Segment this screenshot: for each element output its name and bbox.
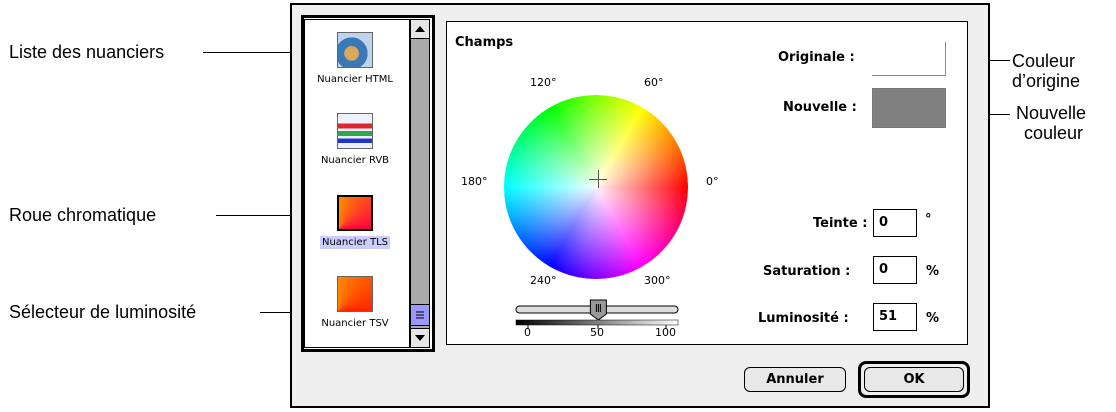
picker-item-hsv[interactable]: Nuancier TSV [305,276,405,336]
color-wheel[interactable] [504,95,688,279]
hue-field[interactable]: 0 [873,209,917,237]
hue-label: Teinte : [813,216,868,231]
angle-label-180: 180° [461,175,488,188]
scroll-down-button[interactable] [411,328,429,347]
slider-tick-50: 50 [590,326,604,339]
new-color-label: Nouvelle : [783,100,857,115]
picker-item-label: Nuancier RVB [320,155,390,166]
brightness-unit: % [926,311,940,326]
picker-item-label: Nuancier TSV [321,318,389,329]
picker-list: Nuancier HTML Nuancier RVB Nuancier TLS … [304,19,410,348]
annotation-picker-list: Liste des nuanciers [9,42,165,62]
picker-item-hls[interactable]: Nuancier TLS [305,195,405,255]
original-color-label: Originale : [778,50,855,65]
annotation-new-color-line1: Nouvelle [1016,103,1087,123]
grip-icon [416,311,424,319]
angle-label-0: 0° [706,175,719,188]
hsv-picker-icon [337,276,373,312]
angle-label-60: 60° [644,76,664,89]
slider-tick-100: 100 [655,326,676,339]
slider-tick-0: 0 [524,326,531,339]
annotation-original-color-line2: d’origine [1012,71,1081,91]
html-picker-icon [337,32,373,68]
slider-knob[interactable] [589,299,607,321]
panel-title: Champs [455,35,514,50]
annotation-brightness-slider: Sélecteur de luminosité [9,302,197,322]
saturation-label: Saturation : [763,264,851,279]
ok-button[interactable]: OK [864,367,964,392]
original-color-swatch [872,42,946,76]
brightness-field[interactable]: 51 [873,303,917,331]
angle-label-300: 300° [644,274,671,287]
cancel-button[interactable]: Annuler [744,367,846,392]
annotation-color-wheel: Roue chromatique [9,205,157,225]
rgb-picker-icon [337,113,373,149]
arrow-up-icon [415,26,425,32]
arrow-down-icon [415,335,425,341]
saturation-unit: % [926,264,940,279]
picker-item-label: Nuancier HTML [317,74,393,85]
new-color-swatch [872,88,946,128]
saturation-field[interactable]: 0 [873,256,917,284]
angle-label-120: 120° [530,76,557,89]
crosshair-cursor [598,170,599,188]
annotation-new-color-line2: couleur [1024,123,1084,143]
hls-picker-icon [337,195,373,231]
hue-unit: ° [925,212,932,227]
brightness-label: Luminosité : [758,311,849,326]
picker-list-scrollbar[interactable] [410,19,430,348]
picker-item-rgb[interactable]: Nuancier RVB [305,113,405,173]
annotation-original-color-line1: Couleur [1012,51,1076,71]
picker-item-label: Nuancier TLS [319,236,391,249]
scroll-thumb[interactable] [411,304,429,326]
picker-item-html[interactable]: Nuancier HTML [305,32,405,92]
angle-label-240: 240° [530,274,557,287]
scroll-up-button[interactable] [411,20,429,39]
